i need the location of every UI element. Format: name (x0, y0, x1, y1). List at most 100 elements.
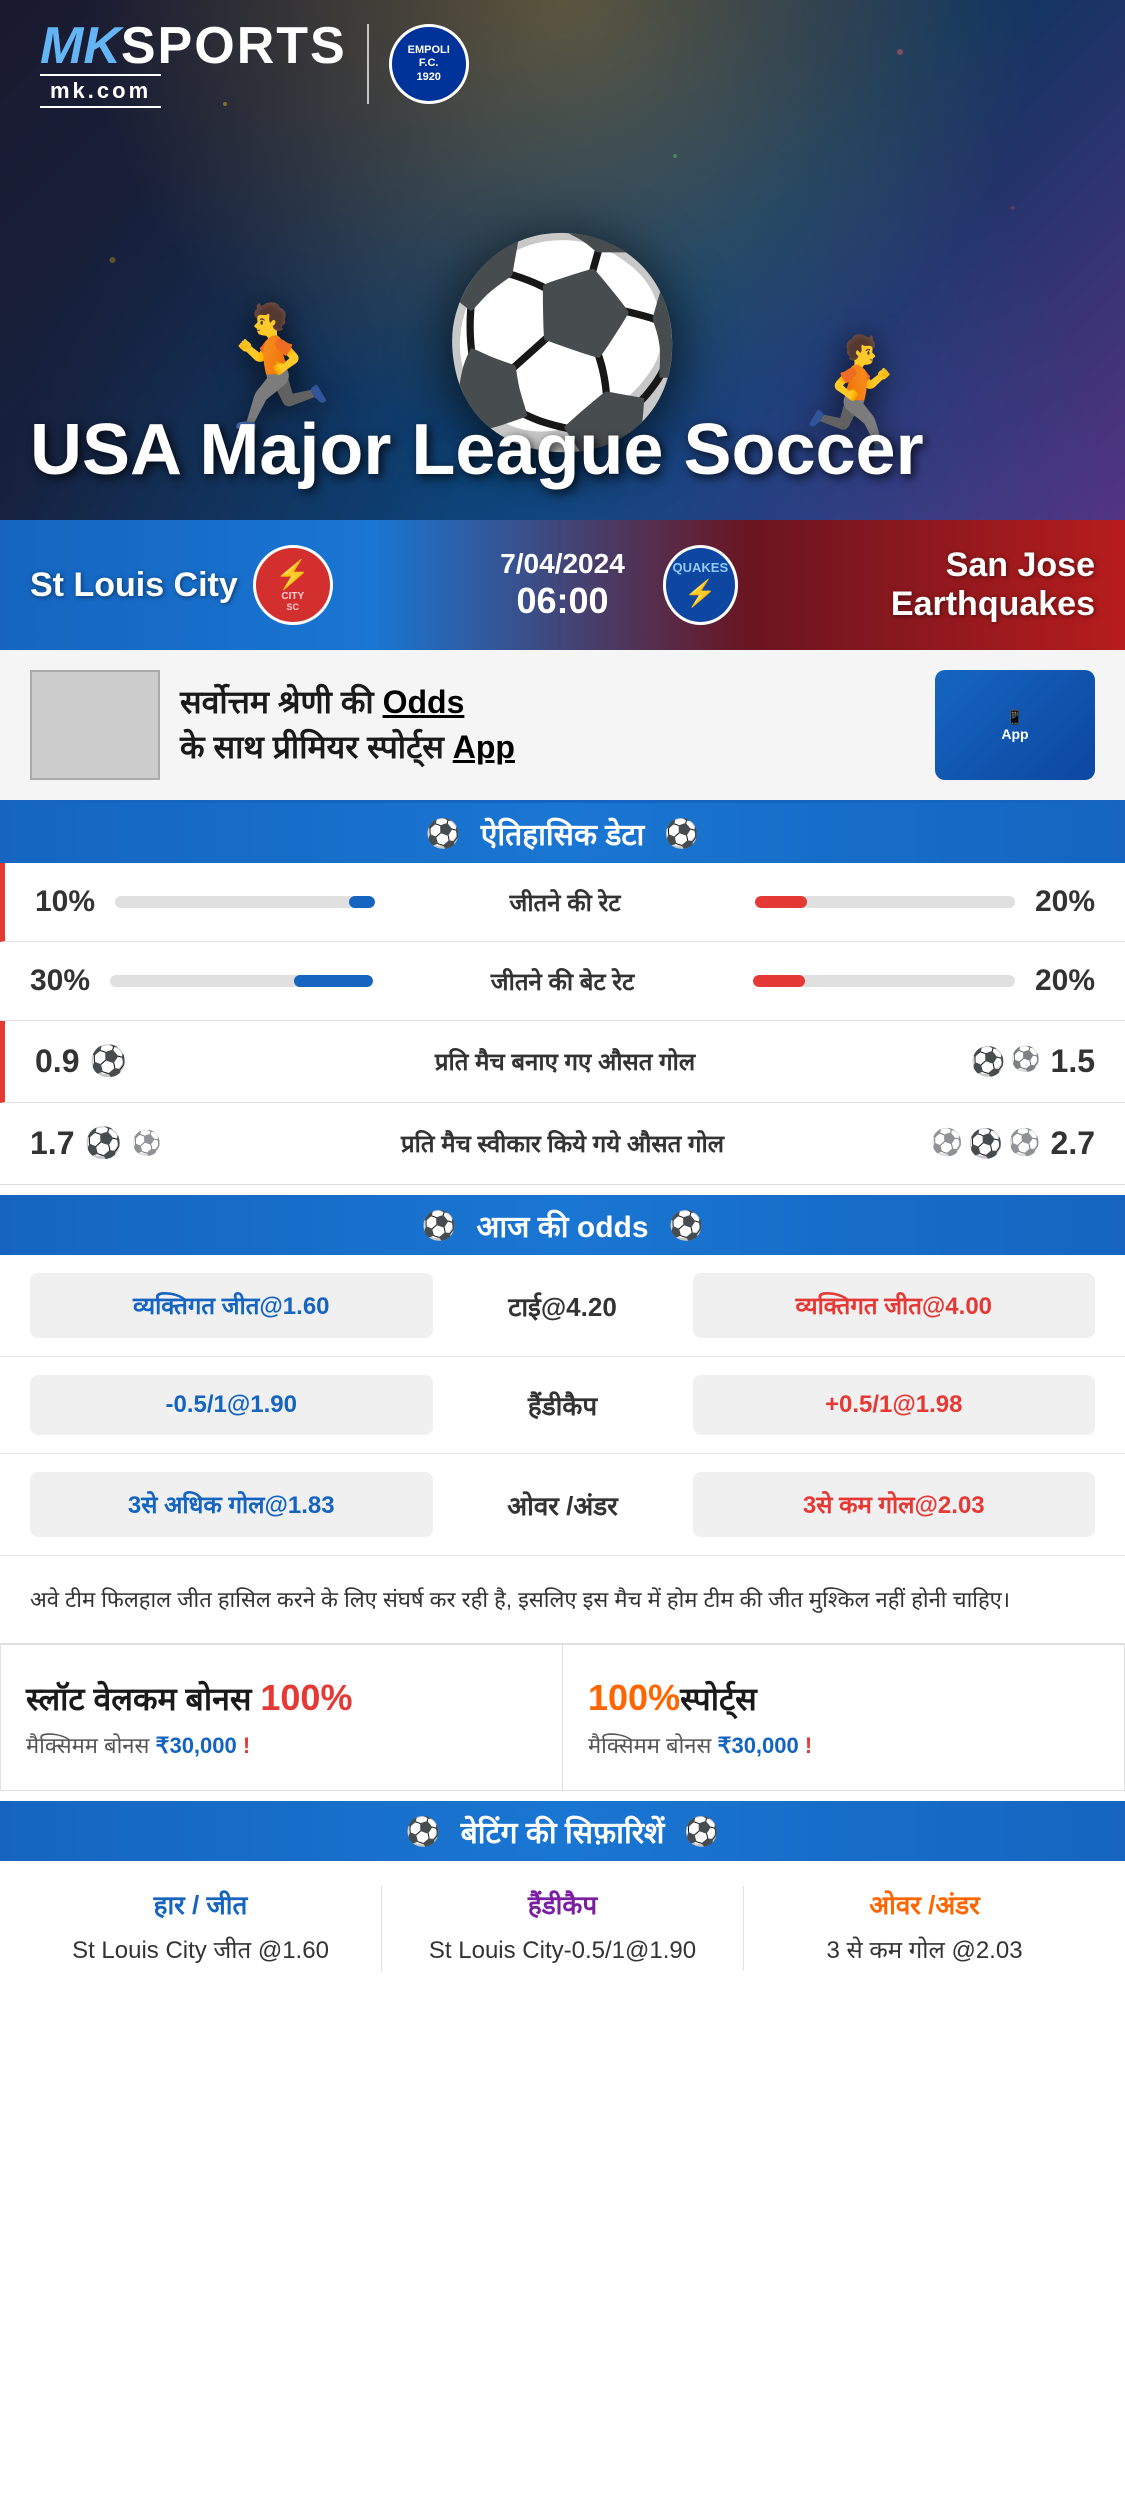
betting-header-text: बेटिंग की सिफ़ारिशें (461, 1811, 665, 1852)
betting-div-2 (743, 1886, 744, 1970)
mk-logo-domain: mk.com (40, 74, 161, 108)
odds-center-ou: ओवर /अंडर (453, 1487, 673, 1523)
match-center: 7/04/2024 06:00 (463, 548, 663, 622)
odds-btn-handicap-away[interactable]: +0.5/1@1.98 (693, 1375, 1096, 1435)
match-bar: St Louis City ⚡ CITY SC 7/04/2024 06:00 … (0, 520, 1125, 650)
goal-icons-right-scored: ⚽ ⚽ (971, 1045, 1041, 1078)
earthquakes-logo: QUAKES ⚡ (663, 545, 739, 625)
ball-icon-left: ⚽ (426, 817, 461, 850)
stat-bar-fill-left-bet (294, 975, 373, 987)
soccer-icon-left-scored: ⚽ (89, 1044, 126, 1079)
goal-label-scored: प्रति मैच बनाए गए औसत गोल (235, 1045, 895, 1078)
bonus-exclaim-sports: ! (799, 1733, 812, 1758)
goal-icon-right-c1: ⚽ (931, 1127, 963, 1160)
bonus-sub-slots: मैक्सिमम बोनस ₹30,000 ! (26, 1730, 537, 1760)
odds-row-handicap: -0.5/1@1.90 हैंडीकैप +0.5/1@1.98 (0, 1357, 1125, 1454)
betting-row: हार / जीत St Louis City जीत @1.60 हैंडीक… (0, 1861, 1125, 1995)
goal-value-right-conceded: 2.7 (1051, 1125, 1095, 1162)
away-team-area: QUAKES ⚡ San Jose Earthquakes (663, 545, 1125, 625)
promo-placeholder-image (30, 670, 160, 780)
bonus-sub-sports: मैक्सिमम बोनस ₹30,000 ! (588, 1730, 1099, 1760)
goal-right-conceded: ⚽ ⚽ ⚽ 2.7 (895, 1125, 1095, 1162)
odds-header-text: आज की odds (476, 1205, 648, 1246)
historical-header-text: ऐतिहासिक डेटा (481, 813, 645, 854)
empoli-text: EMPOLIF.C.1920 (408, 44, 450, 84)
stat-bar-fill-right-bet (753, 975, 806, 987)
bonus-exclaim-slots: ! (237, 1733, 250, 1758)
betting-ball-right: ⚽ (684, 1815, 719, 1848)
description-text: अवे टीम फिलहाल जीत हासिल करने के लिए संघ… (30, 1587, 1010, 1612)
mk-logo-text: MKSPORTS (40, 20, 347, 72)
bonus-section[interactable]: स्लॉट वेलकम बोनस 100% मैक्सिमम बोनस ₹30,… (0, 1644, 1125, 1791)
betting-div-1 (381, 1886, 382, 1970)
bonus-prefix-slots: स्लॉट वेलकम बोनस (26, 1681, 260, 1717)
stat-bar-left-win (115, 896, 375, 908)
stat-bar-left-bet (110, 975, 373, 987)
odds-ball-right: ⚽ (669, 1209, 704, 1242)
goal-icons-right-conceded: ⚽ ⚽ ⚽ (931, 1127, 1041, 1160)
odds-btn-handicap-home[interactable]: -0.5/1@1.90 (30, 1375, 433, 1435)
odds-highlight: Odds (383, 684, 465, 720)
bonus-card-slots[interactable]: स्लॉट वेलकम बोनस 100% मैक्सिमम बोनस ₹30,… (0, 1644, 562, 1791)
earthquakes-logo-inner: QUAKES ⚡ (673, 560, 729, 611)
match-date: 7/04/2024 (500, 548, 625, 580)
bonus-title-slots: स्लॉट वेलकम बोनस 100% (26, 1675, 537, 1722)
betting-value-handicap: St Louis City-0.5/1@1.90 (392, 1932, 733, 1970)
bonus-pct-sports: 100% (588, 1677, 680, 1718)
stat-right-bet-rate: 20% (1015, 964, 1095, 998)
bonus-card-sports[interactable]: 100%स्पोर्ट्स मैक्सिमम बोनस ₹30,000 ! (562, 1644, 1125, 1791)
promo-text: सर्वोत्तम श्रेणी की Oddsके साथ प्रीमियर … (180, 680, 915, 770)
goal-left-scored: 0.9 ⚽ (35, 1043, 235, 1080)
stat-row-win-rate: 10% जीतने की रेट 20% (0, 863, 1125, 942)
stat-bar-right-win (755, 896, 1015, 908)
stat-right-win-rate: 20% (1015, 885, 1095, 919)
stat-left-bet-rate: 30% (30, 964, 110, 998)
stat-left-win-rate: 10% (35, 885, 115, 919)
betting-section: हार / जीत St Louis City जीत @1.60 हैंडीक… (0, 1861, 1125, 1995)
home-team-area: St Louis City ⚡ CITY SC (0, 545, 463, 625)
hero-title-area: USA Major League Soccer (30, 411, 924, 490)
goal-icon-right-2: ⚽ (1011, 1045, 1041, 1078)
betting-header-handicap: हैंडीकैप (392, 1886, 733, 1922)
promo-banner[interactable]: सर्वोत्तम श्रेणी की Oddsके साथ प्रीमियर … (0, 650, 1125, 803)
betting-ball-left: ⚽ (406, 1815, 441, 1848)
bonus-title-sports: 100%स्पोर्ट्स (588, 1675, 1099, 1722)
goal-label-conceded: प्रति मैच स्वीकार किये गये औसत गोल (230, 1127, 895, 1160)
odds-row-win: व्यक्तिगत जीत@1.60 टाई@4.20 व्यक्तिगत जी… (0, 1255, 1125, 1357)
bonus-amount-sports: ₹30,000 (717, 1733, 798, 1758)
stlouis-logo: ⚡ CITY SC (253, 545, 333, 625)
hero-banner: MKSPORTS mk.com EMPOLIF.C.1920 ⚽ 🏃 🏃 USA… (0, 0, 1125, 520)
betting-col-win: हार / जीत St Louis City जीत @1.60 (30, 1886, 371, 1970)
historical-data-section: 10% जीतने की रेट 20% 30% जीतने की बेट रे… (0, 863, 1125, 1185)
goal-row-conceded: 1.7 ⚽ ⚽ प्रति मैच स्वीकार किये गये औसत ग… (0, 1103, 1125, 1185)
bonus-label-sports: स्पोर्ट्स (680, 1681, 757, 1717)
odds-btn-away-win[interactable]: व्यक्तिगत जीत@4.00 (693, 1273, 1096, 1338)
stlouis-logo-inner: ⚡ CITY SC (275, 558, 310, 612)
match-description: अवे टीम फिलहाल जीत हासिल करने के लिए संघ… (0, 1556, 1125, 1644)
goal-row-scored: 0.9 ⚽ प्रति मैच बनाए गए औसत गोल ⚽ ⚽ 1.5 (0, 1021, 1125, 1103)
soccer-icon-left-2: ⚽ (132, 1129, 162, 1158)
goal-value-left-scored: 0.9 (35, 1043, 79, 1080)
match-time: 06:00 (516, 580, 608, 622)
bonus-pct-slots: 100% (260, 1677, 352, 1718)
bonus-amount-slots: ₹30,000 (155, 1733, 236, 1758)
goal-icon-right-1: ⚽ (971, 1045, 1006, 1078)
app-preview: 📱App (1001, 709, 1028, 742)
betting-header: ⚽ बेटिंग की सिफ़ारिशें ⚽ (0, 1801, 1125, 1861)
betting-value-win: St Louis City जीत @1.60 (30, 1932, 371, 1970)
home-team-name: St Louis City (30, 566, 238, 605)
betting-col-handicap: हैंडीकैप St Louis City-0.5/1@1.90 (392, 1886, 733, 1970)
stat-row-bet-rate: 30% जीतने की बेट रेट 20% (0, 942, 1125, 1021)
stat-bar-fill-left-win (349, 896, 375, 908)
goal-value-left-conceded: 1.7 (30, 1125, 74, 1162)
soccer-icon-left-1: ⚽ (84, 1126, 121, 1161)
hero-title: USA Major League Soccer (30, 411, 924, 490)
stat-bar-fill-right-win (755, 896, 807, 908)
odds-section: व्यक्तिगत जीत@1.60 टाई@4.20 व्यक्तिगत जी… (0, 1255, 1125, 1556)
app-highlight: App (453, 729, 515, 765)
odds-btn-home-win[interactable]: व्यक्तिगत जीत@1.60 (30, 1273, 433, 1338)
betting-col-ou: ओवर /अंडर 3 से कम गोल @2.03 (754, 1886, 1095, 1970)
odds-btn-under[interactable]: 3से कम गोल@2.03 (693, 1472, 1096, 1537)
odds-header: ⚽ आज की odds ⚽ (0, 1195, 1125, 1255)
odds-btn-over[interactable]: 3से अधिक गोल@1.83 (30, 1472, 433, 1537)
